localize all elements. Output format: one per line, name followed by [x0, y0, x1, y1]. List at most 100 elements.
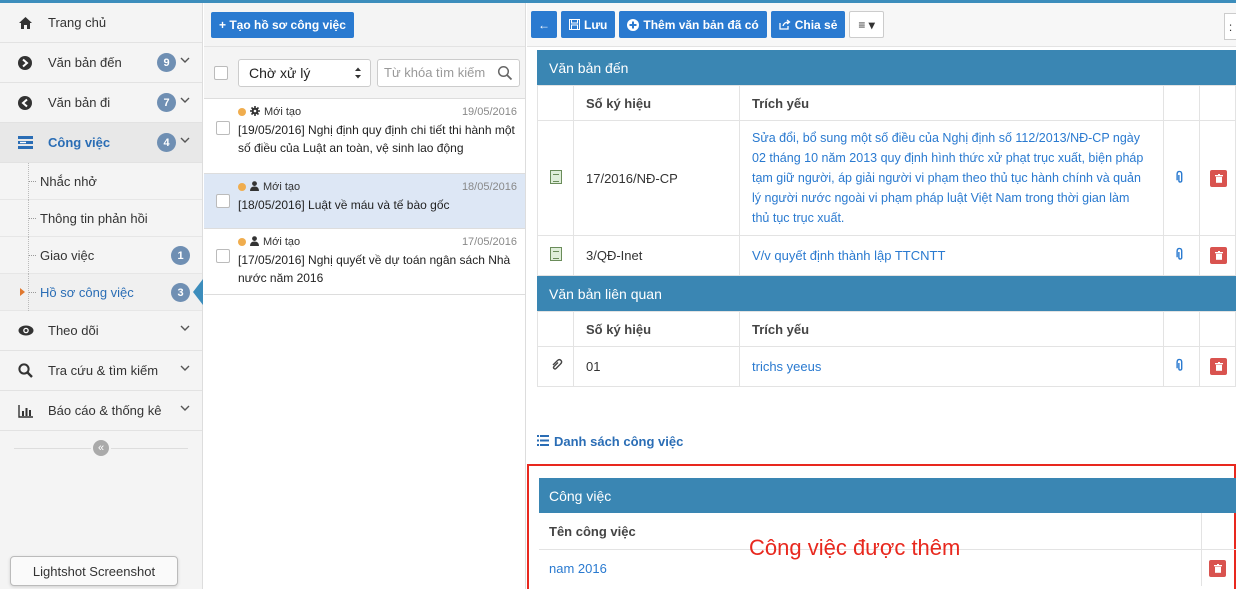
- lightshot-tooltip: Lightshot Screenshot: [10, 556, 178, 586]
- table-header-row: Số ký hiệu Trích yếu: [537, 311, 1236, 347]
- sidebar-item-outgoing-docs[interactable]: Văn bản đi 7: [0, 83, 202, 123]
- delete-task-button[interactable]: [1209, 560, 1226, 577]
- sidebar-collapse-row: «: [0, 431, 202, 465]
- active-pointer: [193, 279, 203, 305]
- delete-doc-button[interactable]: [1210, 358, 1227, 375]
- attach-cell: [1163, 346, 1200, 387]
- keyword-search-input[interactable]: Từ khóa tìm kiếm: [377, 58, 520, 87]
- sidebar-item-home[interactable]: Trang chủ: [0, 3, 202, 43]
- task-list-title-label: Danh sách công việc: [554, 433, 684, 449]
- share-button[interactable]: Chia sẻ: [770, 11, 846, 38]
- share-label: Chia sẻ: [794, 17, 838, 32]
- delete-column-header: [1199, 85, 1236, 121]
- eye-icon: [18, 325, 40, 336]
- add-existing-doc-button[interactable]: Thêm văn bản đã có: [619, 11, 767, 38]
- task-title: [17/05/2016] Nghị quyết về dự toán ngân …: [238, 253, 511, 285]
- icon-column-header: [537, 311, 574, 347]
- status-filter-select[interactable]: Chờ xử lý: [238, 58, 371, 87]
- list-item[interactable]: Mới tạo 18/05/2016 [18/05/2016] Luật về …: [204, 174, 525, 229]
- related-docs-header: Văn bản liên quan: [537, 276, 1236, 311]
- sidebar-item-label: Báo cáo & thống kê: [48, 403, 162, 418]
- task-status: Mới tạo: [263, 181, 301, 193]
- doc-type-cell: [537, 120, 574, 236]
- column-header-summary: Trích yếu: [739, 85, 1164, 121]
- delete-column-header: [1199, 311, 1236, 347]
- bar-chart-icon: [18, 404, 40, 418]
- add-existing-doc-label: Thêm văn bản đã có: [643, 17, 759, 32]
- paperclip-icon[interactable]: [1170, 167, 1192, 189]
- save-label: Lưu: [584, 17, 608, 32]
- task-date: 19/05/2016: [461, 106, 517, 118]
- list-icon: [537, 434, 549, 449]
- column-header-number: Số ký hiệu: [573, 85, 740, 121]
- sidebar-item-incoming-docs[interactable]: Văn bản đến 9: [0, 43, 202, 83]
- sidebar-item-search[interactable]: Tra cứu & tìm kiếm: [0, 351, 202, 391]
- count-badge: 9: [157, 53, 176, 72]
- list-item[interactable]: Mới tạo 17/05/2016 [17/05/2016] Nghị quy…: [204, 229, 525, 295]
- count-badge: 7: [157, 93, 176, 112]
- share-icon: [779, 19, 791, 30]
- doc-summary-link[interactable]: V/v quyết định thành lập TTCNTT: [739, 235, 1164, 276]
- table-row: 01 trichs yeeus: [537, 346, 1236, 387]
- sidebar-item-monitor[interactable]: Theo dõi: [0, 311, 202, 351]
- delete-doc-button[interactable]: [1210, 169, 1227, 187]
- document-icon: [550, 247, 562, 261]
- sidebar-item-label: Tra cứu & tìm kiếm: [48, 363, 159, 378]
- sidebar-item-reports[interactable]: Báo cáo & thống kê: [0, 391, 202, 431]
- attach-cell: [1163, 120, 1200, 236]
- status-filter-value: Chờ xử lý: [249, 64, 311, 81]
- status-dot: [238, 183, 246, 191]
- count-badge: 4: [157, 133, 176, 152]
- sidebar-subitem-assign[interactable]: Giao việc 1: [0, 237, 202, 274]
- plus-circle-icon: [627, 18, 640, 31]
- search-icon: [18, 363, 40, 378]
- row-checkbox[interactable]: [216, 194, 230, 208]
- column-header-summary: Trích yếu: [739, 311, 1164, 347]
- table-header-row: Số ký hiệu Trích yếu: [537, 85, 1236, 121]
- sidebar-subitem-task-files[interactable]: Hồ sơ công việc 3: [0, 274, 203, 311]
- overflow-menu-button[interactable]: :: [1224, 13, 1236, 40]
- doc-summary-link[interactable]: Sửa đổi, bổ sung một số điều của Nghị đị…: [739, 120, 1164, 236]
- create-task-file-button[interactable]: + Tạo hồ sơ công việc: [211, 11, 354, 38]
- icon-column-header: [537, 85, 574, 121]
- sidebar-subitem-reminders[interactable]: Nhắc nhở: [0, 163, 202, 200]
- sidebar-subitem-label: Thông tin phản hồi: [40, 210, 148, 226]
- more-menu-button[interactable]: ≡ ▾: [849, 11, 884, 38]
- task-status: Mới tạo: [264, 106, 302, 118]
- search-icon[interactable]: [497, 65, 513, 81]
- detail-toolbar: ← Lưu Thêm văn bản đã có Chia sẻ ≡ ▾ :: [527, 3, 1236, 47]
- paperclip-icon[interactable]: [1170, 245, 1192, 267]
- chevron-down-icon: [180, 363, 190, 375]
- collapse-sidebar-button[interactable]: «: [91, 438, 111, 458]
- attach-column-header: [1163, 85, 1200, 121]
- column-header-task-name: Tên công việc: [549, 523, 636, 539]
- chevron-down-icon: [180, 95, 190, 107]
- chevron-down-icon: [180, 55, 190, 67]
- tasks-section-header: Công việc: [539, 478, 1236, 513]
- sidebar-subitem-label: Nhắc nhở: [40, 173, 97, 189]
- delete-doc-button[interactable]: [1210, 247, 1227, 264]
- save-button[interactable]: Lưu: [561, 11, 616, 38]
- column-divider: [1201, 513, 1202, 549]
- doc-summary-link[interactable]: trichs yeeus: [739, 346, 1164, 387]
- select-caret-icon: [354, 66, 362, 83]
- task-list-title[interactable]: Danh sách công việc: [537, 427, 683, 455]
- row-checkbox[interactable]: [216, 249, 230, 263]
- sidebar-item-label: Theo dõi: [48, 323, 99, 338]
- list-item[interactable]: Mới tạo 19/05/2016 [19/05/2016] Nghị địn…: [204, 99, 525, 174]
- sidebar-subitem-feedback[interactable]: Thông tin phản hồi: [0, 200, 202, 237]
- task-title: [19/05/2016] Nghị định quy định chi tiết…: [238, 123, 515, 155]
- task-file-list-panel: + Tạo hồ sơ công việc Chờ xử lý Từ khóa …: [204, 3, 526, 589]
- list-toolbar: + Tạo hồ sơ công việc: [204, 3, 525, 47]
- chevron-down-icon: [180, 323, 190, 335]
- select-all-checkbox[interactable]: [214, 65, 228, 80]
- arrow-circle-left-icon: [18, 95, 40, 110]
- row-checkbox[interactable]: [216, 121, 230, 135]
- incoming-docs-header: Văn bản đến: [537, 50, 1236, 85]
- sidebar-item-tasks[interactable]: Công việc 4: [0, 123, 202, 163]
- back-button[interactable]: ←: [531, 11, 557, 38]
- attach-column-header: [1163, 311, 1200, 347]
- user-icon: [250, 180, 259, 194]
- task-name-link[interactable]: nam 2016: [549, 561, 607, 576]
- paperclip-icon[interactable]: [1170, 356, 1192, 378]
